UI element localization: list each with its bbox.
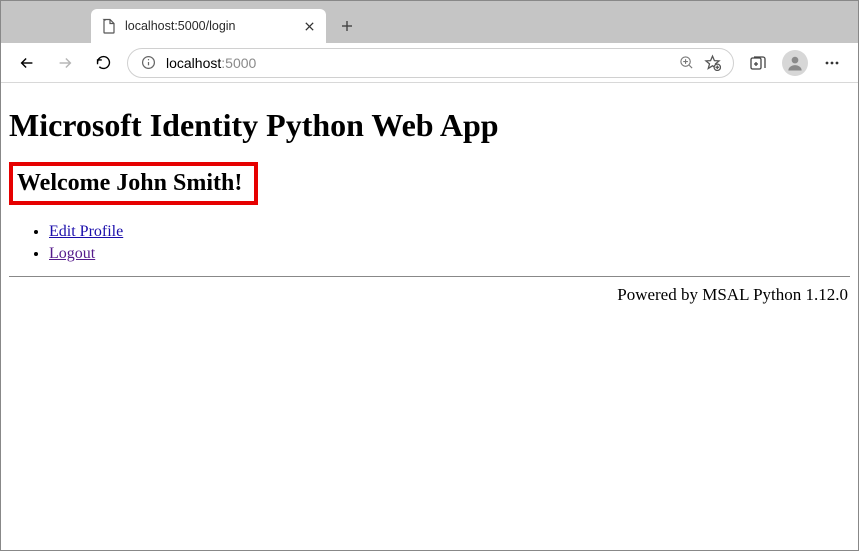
browser-tab[interactable]: localhost:5000/login xyxy=(91,9,326,43)
new-tab-button[interactable] xyxy=(332,11,362,41)
url-rest: :5000 xyxy=(221,55,256,71)
welcome-heading: Welcome John Smith! xyxy=(9,162,258,205)
url-text: localhost:5000 xyxy=(166,55,256,71)
page-icon xyxy=(101,18,117,34)
tab-title: localhost:5000/login xyxy=(125,19,294,33)
zoom-icon[interactable] xyxy=(679,55,694,70)
favorites-icon[interactable] xyxy=(704,54,721,71)
refresh-button[interactable] xyxy=(89,49,117,77)
edit-profile-link[interactable]: Edit Profile xyxy=(49,223,123,240)
address-bar[interactable]: localhost:5000 xyxy=(127,48,734,78)
profile-avatar[interactable] xyxy=(782,50,808,76)
collections-icon[interactable] xyxy=(744,49,772,77)
logout-link[interactable]: Logout xyxy=(49,245,95,262)
page-heading: Microsoft Identity Python Web App xyxy=(9,107,850,144)
tab-strip: localhost:5000/login xyxy=(1,1,858,43)
footer-text: Powered by MSAL Python 1.12.0 xyxy=(9,285,850,305)
link-list: Edit Profile Logout xyxy=(9,221,850,266)
site-info-icon[interactable] xyxy=(140,55,156,71)
back-button[interactable] xyxy=(13,49,41,77)
list-item: Logout xyxy=(49,243,850,265)
list-item: Edit Profile xyxy=(49,221,850,243)
divider xyxy=(9,276,850,277)
more-menu-button[interactable] xyxy=(818,49,846,77)
tab-close-button[interactable] xyxy=(302,19,316,33)
browser-toolbar: localhost:5000 xyxy=(1,43,858,83)
page-content: Microsoft Identity Python Web App Welcom… xyxy=(1,83,858,315)
forward-button[interactable] xyxy=(51,49,79,77)
url-host: localhost xyxy=(166,55,221,71)
